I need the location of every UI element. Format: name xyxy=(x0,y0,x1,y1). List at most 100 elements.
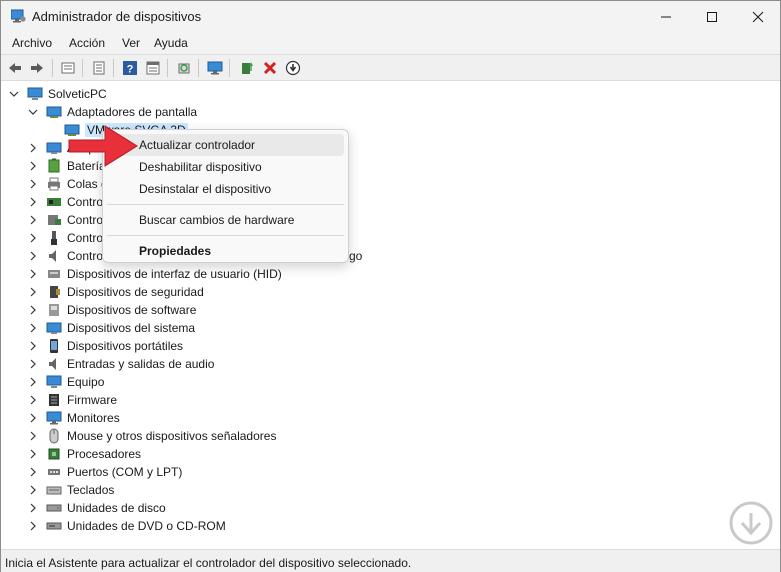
expand-chevron-icon[interactable] xyxy=(28,215,38,225)
speaker-icon xyxy=(49,250,56,262)
back-button[interactable] xyxy=(5,58,25,78)
collapse-chevron-icon[interactable] xyxy=(9,89,19,99)
devices-button[interactable] xyxy=(89,58,109,78)
port-icon xyxy=(48,469,60,475)
expand-chevron-icon[interactable] xyxy=(28,269,38,279)
ctx-properties[interactable]: Propiedades xyxy=(107,240,344,262)
expand-chevron-icon[interactable] xyxy=(28,161,38,171)
expand-chevron-icon[interactable] xyxy=(28,323,38,333)
tree-category-keyboards[interactable]: Teclados xyxy=(28,481,114,499)
ctx-disable-device[interactable]: Deshabilitar dispositivo xyxy=(107,156,344,178)
maximize-button[interactable] xyxy=(689,1,735,32)
help-button[interactable]: ? xyxy=(120,58,140,78)
update-driver-button[interactable] xyxy=(237,58,257,78)
tree-category-security[interactable]: Dispositivos de seguridad xyxy=(28,283,204,301)
expand-chevron-icon[interactable] xyxy=(28,197,38,207)
audio-adapter-icon xyxy=(46,142,62,154)
tree-category-controllers-1[interactable]: Contro xyxy=(28,193,103,211)
tree-category-dvd-drives[interactable]: Unidades de DVD o CD-ROM xyxy=(28,517,226,535)
list-view-icon xyxy=(146,61,160,75)
device-manager-app-icon xyxy=(11,9,26,23)
collapse-chevron-icon[interactable] xyxy=(28,107,38,117)
watermark-logo-icon xyxy=(729,501,773,545)
category-label: Dispositivos del sistema xyxy=(67,321,196,335)
uninstall-icon xyxy=(263,61,277,75)
monitor-icon xyxy=(46,411,62,425)
category-label: Monitores xyxy=(67,411,120,425)
expand-chevron-icon[interactable] xyxy=(28,359,38,369)
expand-chevron-icon[interactable] xyxy=(28,341,38,351)
tree-category-controllers-4[interactable]: Contro xyxy=(28,247,103,265)
device-manager-window: Administrador de dispositivos Archivo Ac… xyxy=(0,0,781,572)
expand-chevron-icon[interactable] xyxy=(28,413,38,423)
expand-chevron-icon[interactable] xyxy=(28,143,38,153)
expand-chevron-icon[interactable] xyxy=(28,305,38,315)
forward-button[interactable] xyxy=(27,58,47,78)
tree-category-print-queues[interactable]: Colas d xyxy=(28,175,108,193)
expand-chevron-icon[interactable] xyxy=(28,485,38,495)
expand-chevron-icon[interactable] xyxy=(28,287,38,297)
expand-chevron-icon[interactable] xyxy=(28,521,38,531)
window-title: Administrador de dispositivos xyxy=(32,9,202,24)
menu-archivo[interactable]: Archivo xyxy=(12,36,52,50)
toolbar: ? xyxy=(1,54,780,81)
tree-category-firmware[interactable]: Firmware xyxy=(28,391,117,409)
expand-chevron-icon[interactable] xyxy=(28,449,38,459)
expand-chevron-icon[interactable] xyxy=(28,377,38,387)
minimize-button[interactable] xyxy=(643,1,689,32)
storage-controller-icon xyxy=(48,215,61,225)
menu-ver[interactable]: Ver xyxy=(122,36,140,50)
category-label: Dispositivos de seguridad xyxy=(67,285,204,299)
battery-icon xyxy=(48,158,60,173)
tree-category-controllers-3[interactable]: Contro xyxy=(28,229,103,247)
security-device-icon xyxy=(50,286,60,298)
tree-category-portable[interactable]: Dispositivos portátiles xyxy=(28,337,183,355)
disable-button[interactable] xyxy=(283,58,303,78)
tree-category-ports[interactable]: Puertos (COM y LPT) xyxy=(28,463,182,481)
hid-icon xyxy=(48,270,60,278)
tree-category-display-adapters[interactable]: Adaptadores de pantalla xyxy=(28,103,197,121)
category-label: Dispositivos de interfaz de usuario (HID… xyxy=(67,267,282,281)
ctx-update-driver[interactable]: Actualizar controlador xyxy=(107,134,344,156)
ctx-uninstall-device[interactable]: Desinstalar el dispositivo xyxy=(107,178,344,200)
category-label: Unidades de disco xyxy=(67,501,166,515)
tree-category-mouse[interactable]: Mouse y otros dispositivos señaladores xyxy=(28,427,276,445)
properties-view-button[interactable] xyxy=(58,58,78,78)
tree-category-processors[interactable]: Procesadores xyxy=(28,445,141,463)
expand-chevron-icon[interactable] xyxy=(28,251,38,261)
menu-ayuda[interactable]: Ayuda xyxy=(154,36,188,50)
tree-category-software[interactable]: Dispositivos de software xyxy=(28,301,196,319)
tree-category-controllers-2[interactable]: Contro xyxy=(28,211,103,229)
tree-category-system[interactable]: Dispositivos del sistema xyxy=(28,319,195,337)
software-device-icon xyxy=(49,304,59,316)
tree-root[interactable]: SolveticPC xyxy=(9,85,107,103)
tree-category-disk-drives[interactable]: Unidades de disco xyxy=(28,499,166,517)
list-view-button[interactable] xyxy=(143,58,163,78)
category-label: Contro xyxy=(67,231,104,245)
expand-chevron-icon[interactable] xyxy=(28,431,38,441)
tree-category-hid[interactable]: Dispositivos de interfaz de usuario (HID… xyxy=(28,265,282,283)
expand-chevron-icon[interactable] xyxy=(28,179,38,189)
tree-category-audio-io[interactable]: Entradas y salidas de audio xyxy=(28,355,214,373)
firmware-icon xyxy=(49,394,59,406)
category-label: Puertos (COM y LPT) xyxy=(67,465,183,479)
processor-icon xyxy=(48,448,60,460)
expand-chevron-icon[interactable] xyxy=(28,395,38,405)
category-label: Unidades de DVD o CD-ROM xyxy=(67,519,226,533)
monitor-icon xyxy=(207,61,223,75)
tree-category-monitors[interactable]: Monitores xyxy=(28,409,120,427)
scan-hardware-icon xyxy=(178,63,190,74)
scan-hardware-button[interactable] xyxy=(174,58,194,78)
tree-category-computer[interactable]: Equipo xyxy=(28,373,104,391)
close-button[interactable] xyxy=(735,1,781,32)
monitor-button[interactable] xyxy=(205,58,225,78)
uninstall-button[interactable] xyxy=(260,58,280,78)
ctx-scan-hardware[interactable]: Buscar cambios de hardware xyxy=(107,209,344,231)
category-label: Teclados xyxy=(67,483,115,497)
category-label-tail: go xyxy=(349,249,363,263)
expand-chevron-icon[interactable] xyxy=(28,467,38,477)
expand-chevron-icon[interactable] xyxy=(28,503,38,513)
menu-accion[interactable]: Acción xyxy=(69,36,105,50)
computer-icon xyxy=(46,375,62,388)
expand-chevron-icon[interactable] xyxy=(28,233,38,243)
